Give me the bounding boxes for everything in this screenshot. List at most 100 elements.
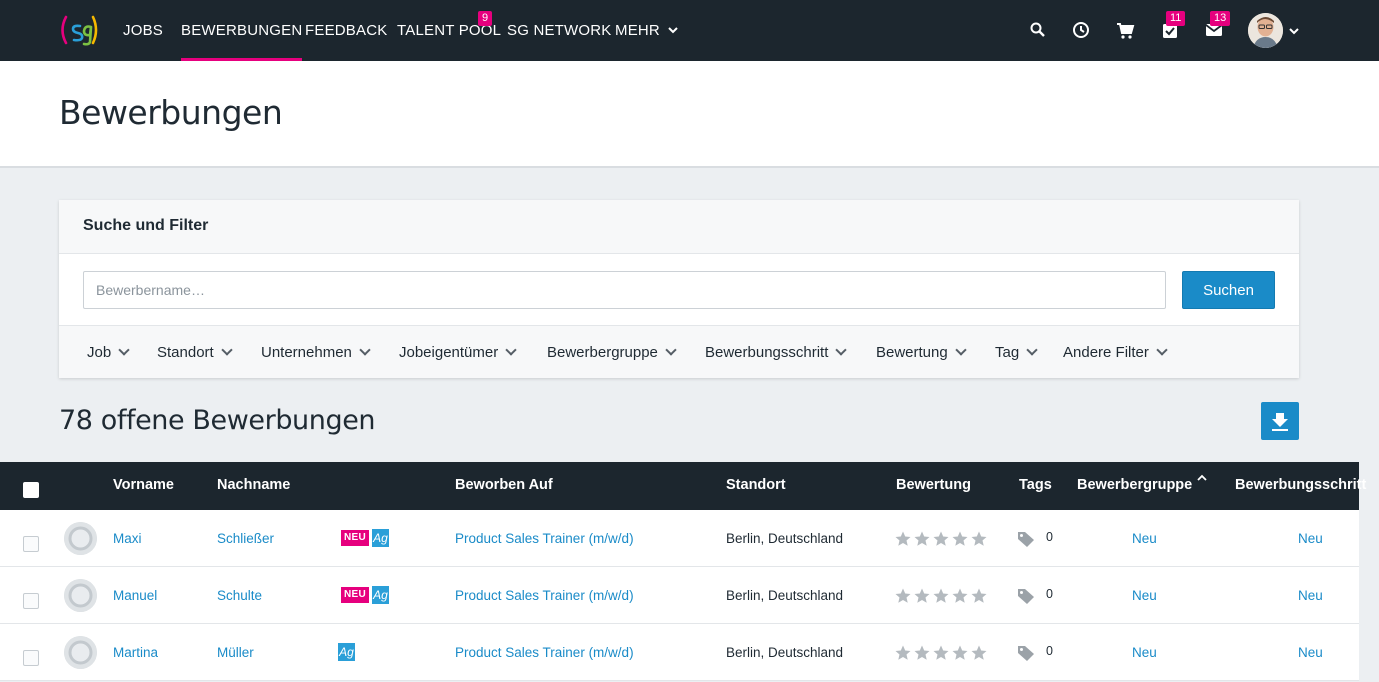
new-badge: NEU bbox=[341, 530, 370, 546]
nachname-link[interactable]: Schulte bbox=[217, 588, 262, 603]
rating-stars-icon[interactable] bbox=[894, 530, 990, 548]
applicant-avatar bbox=[64, 636, 97, 669]
filter-jobeigentuemer[interactable]: Jobeigentümer bbox=[399, 344, 517, 361]
new-badge: NEU bbox=[341, 587, 370, 603]
tasks-badge: 11 bbox=[1166, 11, 1186, 26]
ag-source-badge: Ag bbox=[372, 529, 389, 547]
chevron-down-icon bbox=[1026, 344, 1038, 356]
filter-andere-label: Andere Filter bbox=[1063, 344, 1149, 361]
nav-mehr-label: MEHR bbox=[615, 22, 660, 39]
user-photo-icon bbox=[1248, 13, 1283, 48]
col-nachname[interactable]: Nachname bbox=[217, 477, 290, 493]
filter-bewertung-label: Bewertung bbox=[876, 344, 948, 361]
job-link[interactable]: Product Sales Trainer (m/w/d) bbox=[455, 588, 634, 603]
filter-bewerbergruppe[interactable]: Bewerbergruppe bbox=[547, 344, 677, 361]
rating-stars-icon[interactable] bbox=[894, 587, 990, 605]
row-checkbox[interactable] bbox=[23, 536, 39, 552]
col-beworben-auf[interactable]: Beworben Auf bbox=[455, 477, 553, 493]
tag-icon[interactable] bbox=[1017, 644, 1035, 662]
chevron-down-icon bbox=[955, 344, 967, 356]
bewerbungsschritt-link[interactable]: Neu bbox=[1298, 645, 1323, 660]
filter-jobeigentuemer-label: Jobeigentümer bbox=[399, 344, 499, 361]
nav-mehr[interactable]: MEHR bbox=[615, 0, 679, 61]
nav-bewerbungen[interactable]: BEWERBUNGEN bbox=[181, 0, 303, 61]
standort-text: Berlin, Deutschland bbox=[726, 645, 844, 660]
account-chevron-down-icon[interactable] bbox=[1288, 26, 1300, 36]
applicant-avatar bbox=[64, 579, 97, 612]
chevron-down-icon bbox=[118, 344, 130, 356]
col-standort[interactable]: Standort bbox=[726, 477, 786, 493]
col-bewerbergruppe-label: Bewerbergruppe bbox=[1077, 477, 1193, 493]
col-vorname[interactable]: Vorname bbox=[113, 477, 174, 493]
filter-andere[interactable]: Andere Filter bbox=[1063, 344, 1168, 361]
tag-icon[interactable] bbox=[1017, 587, 1035, 605]
tag-icon[interactable] bbox=[1017, 530, 1035, 548]
col-bewertung[interactable]: Bewertung bbox=[896, 477, 971, 493]
col-tags[interactable]: Tags bbox=[1019, 477, 1052, 493]
nachname-link[interactable]: Müller bbox=[217, 645, 254, 660]
standort-text: Berlin, Deutschland bbox=[726, 588, 844, 603]
vorname-link[interactable]: Maxi bbox=[113, 531, 142, 546]
filter-bewertung[interactable]: Bewertung bbox=[876, 344, 967, 361]
sg-logo[interactable] bbox=[58, 14, 100, 46]
table-row[interactable]: Manuel Schulte NEU Ag Product Sales Trai… bbox=[0, 567, 1359, 624]
page-header: Bewerbungen bbox=[0, 61, 1379, 168]
chevron-down-icon bbox=[835, 344, 848, 356]
person-placeholder-icon bbox=[64, 522, 97, 555]
col-bewerbergruppe[interactable]: Bewerbergruppe bbox=[1077, 474, 1208, 493]
user-avatar[interactable] bbox=[1248, 13, 1283, 48]
row-checkbox[interactable] bbox=[23, 650, 39, 666]
filter-unternehmen[interactable]: Unternehmen bbox=[261, 344, 371, 361]
talent-pool-badge: 9 bbox=[478, 11, 493, 26]
page-title: Bewerbungen bbox=[59, 93, 283, 132]
applicant-name-search-input[interactable] bbox=[83, 271, 1166, 309]
nav-sg-network[interactable]: SG NETWORK bbox=[507, 0, 612, 61]
nav-jobs[interactable]: JOBS bbox=[123, 0, 163, 61]
filter-job[interactable]: Job bbox=[87, 344, 130, 361]
chevron-down-icon bbox=[359, 344, 371, 356]
vorname-link[interactable]: Manuel bbox=[113, 588, 157, 603]
chevron-down-icon bbox=[1156, 344, 1168, 356]
vorname-link[interactable]: Martina bbox=[113, 645, 158, 660]
nav-feedback[interactable]: FEEDBACK bbox=[305, 0, 387, 61]
nav-talent-pool[interactable]: TALENT POOL bbox=[397, 0, 501, 61]
bewerbungsschritt-link[interactable]: Neu bbox=[1298, 531, 1323, 546]
ag-source-badge: Ag bbox=[372, 586, 389, 604]
cart-icon[interactable] bbox=[1114, 19, 1136, 41]
chevron-down-icon bbox=[221, 344, 233, 356]
table-header: Vorname Nachname Beworben Auf Standort B… bbox=[0, 462, 1366, 510]
chevron-down-icon bbox=[665, 344, 677, 356]
person-placeholder-icon bbox=[64, 579, 97, 612]
applicant-avatar bbox=[64, 522, 97, 555]
search-filter-card: Suche und Filter Suchen Job Standort Unt… bbox=[59, 200, 1299, 378]
search-filter-header: Suche und Filter bbox=[59, 200, 1299, 254]
filter-standort-label: Standort bbox=[157, 344, 214, 361]
filter-tag[interactable]: Tag bbox=[995, 344, 1038, 361]
filter-bewerbungsschritt[interactable]: Bewerbungsschritt bbox=[705, 344, 848, 361]
bewerbergruppe-link[interactable]: Neu bbox=[1132, 645, 1157, 660]
download-button[interactable] bbox=[1261, 402, 1299, 440]
search-button[interactable]: Suchen bbox=[1182, 271, 1275, 309]
col-bewerbungsschritt[interactable]: Bewerbungsschritt bbox=[1235, 477, 1366, 493]
bewerbergruppe-link[interactable]: Neu bbox=[1132, 588, 1157, 603]
job-link[interactable]: Product Sales Trainer (m/w/d) bbox=[455, 645, 634, 660]
select-all-checkbox[interactable] bbox=[23, 482, 39, 498]
person-placeholder-icon bbox=[64, 636, 97, 669]
job-link[interactable]: Product Sales Trainer (m/w/d) bbox=[455, 531, 634, 546]
table-row[interactable]: Martina Müller Ag Product Sales Trainer … bbox=[0, 624, 1359, 681]
row-checkbox[interactable] bbox=[23, 593, 39, 609]
rating-stars-icon[interactable] bbox=[894, 644, 990, 662]
mail-badge: 13 bbox=[1210, 11, 1231, 26]
filter-unternehmen-label: Unternehmen bbox=[261, 344, 352, 361]
search-icon[interactable] bbox=[1027, 19, 1049, 41]
bewerbergruppe-link[interactable]: Neu bbox=[1132, 531, 1157, 546]
table-row[interactable]: Maxi Schließer NEU Ag Product Sales Trai… bbox=[0, 510, 1359, 567]
filter-tag-label: Tag bbox=[995, 344, 1020, 361]
bewerbungsschritt-link[interactable]: Neu bbox=[1298, 588, 1323, 603]
clock-icon[interactable] bbox=[1070, 19, 1092, 41]
filter-standort[interactable]: Standort bbox=[157, 344, 233, 361]
standort-text: Berlin, Deutschland bbox=[726, 531, 844, 546]
nachname-link[interactable]: Schließer bbox=[217, 531, 274, 546]
sort-ascending-icon bbox=[1197, 474, 1207, 481]
download-icon bbox=[1272, 413, 1288, 431]
